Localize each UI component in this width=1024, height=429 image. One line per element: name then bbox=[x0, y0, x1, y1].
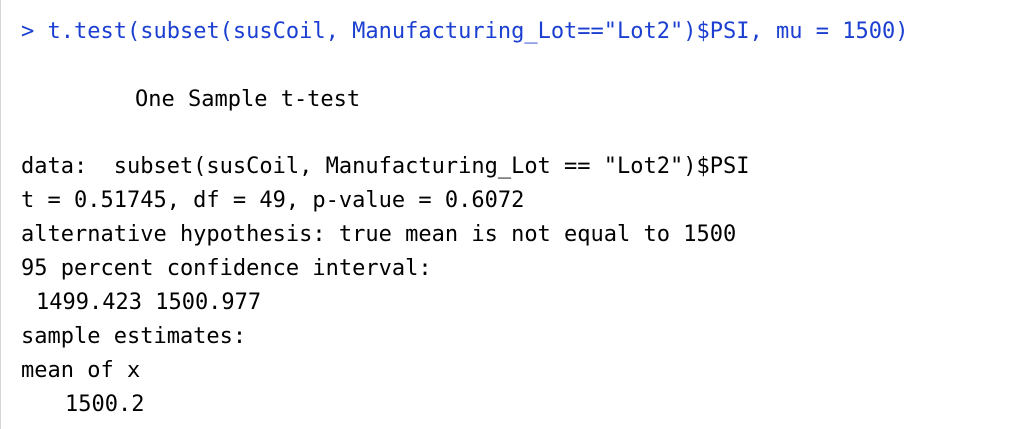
statistics-line: t = 0.51745, df = 49, p-value = 0.6072 bbox=[21, 188, 525, 213]
alternative-hypothesis-line: alternative hypothesis: true mean is not… bbox=[21, 222, 737, 247]
estimate-value: 1500.2 bbox=[65, 392, 145, 417]
command-line: > t.test(subset(susCoil, Manufacturing_L… bbox=[21, 17, 908, 47]
estimate-name: mean of x bbox=[21, 358, 141, 383]
r-console[interactable]: > t.test(subset(susCoil, Manufacturing_L… bbox=[0, 0, 1024, 429]
data-line: data: subset(susCoil, Manufacturing_Lot … bbox=[21, 154, 750, 179]
command-text: t.test(subset(susCoil, Manufacturing_Lot… bbox=[47, 19, 909, 44]
console-prompt: > bbox=[21, 19, 35, 44]
test-title: One Sample t-test bbox=[135, 87, 361, 112]
confidence-interval-values: 1499.423 1500.977 bbox=[36, 290, 262, 315]
confidence-interval-label: 95 percent confidence interval: bbox=[21, 256, 432, 281]
sample-estimates-label: sample estimates: bbox=[21, 324, 247, 349]
